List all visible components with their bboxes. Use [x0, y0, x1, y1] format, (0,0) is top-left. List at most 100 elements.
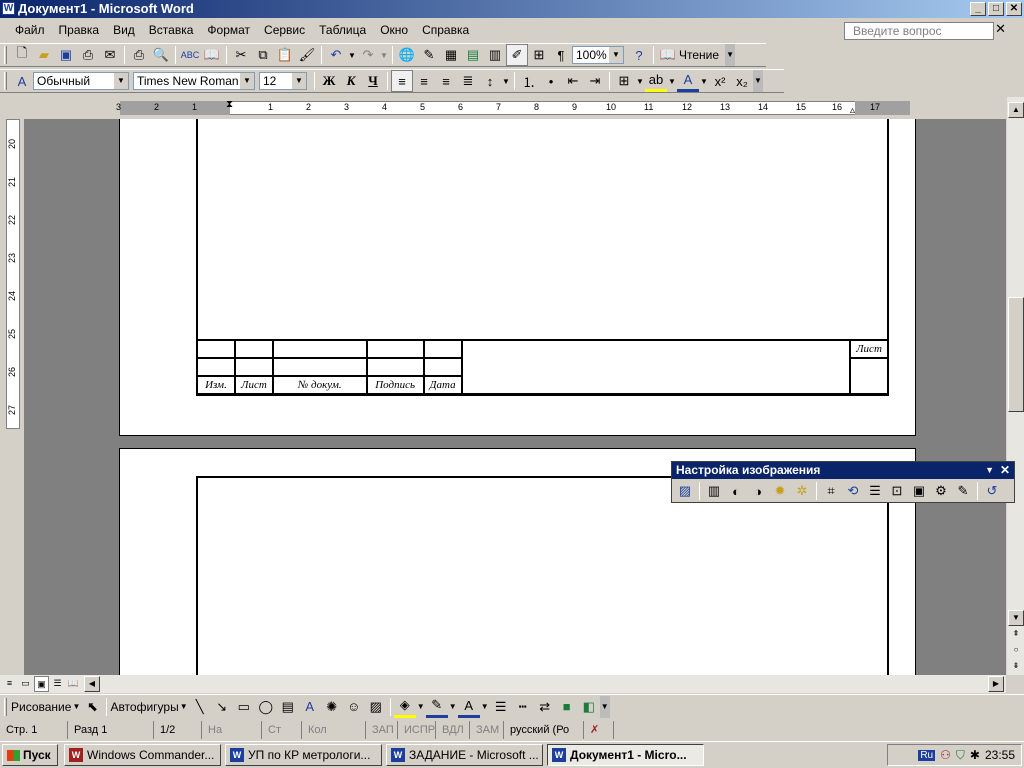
superscript-button[interactable]: x² [709, 70, 731, 92]
language-indicator[interactable]: Ru [918, 749, 936, 761]
minimize-button[interactable]: _ [970, 2, 986, 16]
research-icon[interactable]: 📖 [201, 44, 223, 66]
stamp-title-cell[interactable] [460, 339, 852, 395]
toolbar-options-icon[interactable]: ▼ [725, 44, 736, 66]
hyperlink-icon[interactable]: 🌐 [396, 44, 418, 66]
close-icon[interactable]: ✕ [1000, 462, 1010, 479]
reset-picture-icon[interactable]: ↺ [981, 480, 1003, 502]
clock[interactable]: 23:55 [985, 748, 1015, 762]
outline-view-icon[interactable]: ☰ [50, 676, 65, 692]
right-indent-marker-icon[interactable]: ▵ [850, 105, 855, 116]
rectangle-tool-icon[interactable]: ▭ [233, 696, 255, 718]
format-painter-icon[interactable]: 🖌 [296, 44, 318, 66]
compress-pictures-icon[interactable]: ⊡ [886, 480, 908, 502]
less-contrast-icon[interactable]: ◑ [747, 480, 769, 502]
scroll-down-icon[interactable]: ▼ [1008, 610, 1024, 626]
more-contrast-icon[interactable]: ◐ [725, 480, 747, 502]
stamp-sheet-number[interactable] [849, 357, 889, 395]
network-icon[interactable]: ⚇ [940, 748, 951, 762]
menu-view[interactable]: Вид [106, 20, 142, 40]
wordart-tool-icon[interactable]: A [299, 696, 321, 718]
page-1[interactable]: Лист Изм. Лист № докум. Подпись Дата [119, 119, 916, 436]
vertical-scrollbar[interactable]: ▲ ▼ ⇞ ○ ⇟ [1006, 97, 1024, 675]
highlight-icon[interactable]: ab [645, 70, 667, 92]
scroll-right-icon[interactable]: ▶ [988, 676, 1004, 692]
align-left-icon[interactable]: ≡ [391, 70, 413, 92]
toolbar-grip[interactable] [4, 72, 7, 90]
dash-style-icon[interactable]: ┅ [512, 696, 534, 718]
toolbar-options-icon[interactable]: ▼ [985, 462, 994, 479]
task-zadanie-doc[interactable]: W ЗАДАНИЕ - Microsoft ... [386, 744, 543, 766]
help-question-input[interactable]: Введите вопрос [844, 22, 994, 40]
scroll-up-icon[interactable]: ▲ [1008, 102, 1024, 118]
less-brightness-icon[interactable]: ✲ [791, 480, 813, 502]
document-area[interactable]: Лист Изм. Лист № докум. Подпись Дата [24, 119, 1006, 675]
tray-app-icon[interactable]: ✱ [970, 748, 980, 762]
format-picture-icon[interactable]: ⚙ [930, 480, 952, 502]
stamp-cell[interactable] [233, 339, 274, 359]
read-icon[interactable]: 📖 [657, 44, 679, 66]
status-ovr[interactable]: ЗАМ [470, 721, 504, 739]
font-color-icon[interactable]: A [457, 696, 480, 718]
picture-tool-icon[interactable]: ▨ [365, 696, 387, 718]
horizontal-ruler[interactable]: 3 2 1 1 2 3 4 5 6 7 8 9 10 11 12 13 14 1… [0, 97, 1024, 119]
rotate-icon[interactable]: ⟲ [842, 480, 864, 502]
menu-file[interactable]: Файл [8, 20, 52, 40]
chevron-down-icon[interactable]: ▼ [609, 47, 623, 63]
font-color-icon[interactable]: A [677, 70, 699, 92]
justify-icon[interactable]: ≣ [457, 70, 479, 92]
style-select[interactable]: Обычный ▼ [33, 72, 129, 90]
vertical-ruler[interactable]: 20 21 22 23 24 25 26 27 [0, 119, 24, 674]
menu-edit[interactable]: Правка [52, 20, 107, 40]
toolbar-grip[interactable] [4, 46, 7, 64]
redo-dropdown-icon[interactable]: ▼ [379, 44, 389, 66]
stamp-cell[interactable] [233, 357, 274, 377]
spelling-status-icon[interactable]: ✗ [584, 721, 614, 739]
stamp-cell[interactable] [365, 339, 425, 359]
align-right-icon[interactable]: ≡ [435, 70, 457, 92]
stamp-cell[interactable] [422, 357, 463, 377]
textbox-tool-icon[interactable]: ▤ [277, 696, 299, 718]
status-language[interactable]: русский (Ро [504, 721, 584, 739]
font-color-dropdown-icon[interactable]: ▼ [480, 696, 490, 718]
insert-table-icon[interactable]: ▦ [440, 44, 462, 66]
line-color-icon[interactable]: ✎ [425, 696, 448, 718]
align-center-icon[interactable]: ≡ [413, 70, 435, 92]
chevron-down-icon[interactable]: ▼ [179, 696, 189, 718]
italic-button[interactable]: К [340, 70, 362, 92]
tables-borders-icon[interactable]: ✎ [418, 44, 440, 66]
text-wrapping-icon[interactable]: ▣ [908, 480, 930, 502]
underline-button[interactable]: Ч [362, 70, 384, 92]
oval-tool-icon[interactable]: ◯ [255, 696, 277, 718]
toolbar-grip[interactable] [4, 697, 7, 716]
print-icon[interactable]: ⎙ [128, 44, 150, 66]
spelling-icon[interactable]: ABC [179, 44, 201, 66]
stamp-cell[interactable] [196, 339, 236, 359]
set-transparent-color-icon[interactable]: ✎ [952, 480, 974, 502]
color-icon[interactable]: ▥ [703, 480, 725, 502]
redo-icon[interactable]: ↷ [357, 44, 379, 66]
menu-help[interactable]: Справка [415, 20, 476, 40]
highlight-dropdown-icon[interactable]: ▼ [667, 70, 677, 92]
save-icon[interactable]: ▣ [55, 44, 77, 66]
font-size-select[interactable]: 12 ▼ [259, 72, 307, 90]
borders-icon[interactable]: ⊞ [613, 70, 635, 92]
line-spacing-icon[interactable]: ↕ [479, 70, 501, 92]
shadow-style-icon[interactable]: ■ [556, 696, 578, 718]
increase-indent-icon[interactable]: ⇥ [584, 70, 606, 92]
subscript-button[interactable]: x₂ [731, 70, 753, 92]
reading-view-icon[interactable]: 📖 [66, 676, 81, 692]
crop-icon[interactable]: ⌗ [820, 480, 842, 502]
select-objects-icon[interactable]: ⬉ [81, 696, 103, 718]
new-document-icon[interactable]: 🗋 [11, 44, 33, 66]
antivirus-icon[interactable]: ⛉ [956, 748, 965, 763]
borders-dropdown-icon[interactable]: ▼ [635, 70, 645, 92]
toolbar-options-icon[interactable]: ▼ [599, 695, 610, 718]
line-tool-icon[interactable]: ╲ [189, 696, 211, 718]
menu-format[interactable]: Формат [200, 20, 257, 40]
open-folder-icon[interactable]: ▰ [33, 44, 55, 66]
browse-object-icon[interactable]: ○ [1008, 643, 1024, 659]
picture-toolbar-caption[interactable]: Настройка изображения ▼ ✕ [672, 462, 1014, 479]
columns-icon[interactable]: ▥ [484, 44, 506, 66]
more-brightness-icon[interactable]: ✹ [769, 480, 791, 502]
